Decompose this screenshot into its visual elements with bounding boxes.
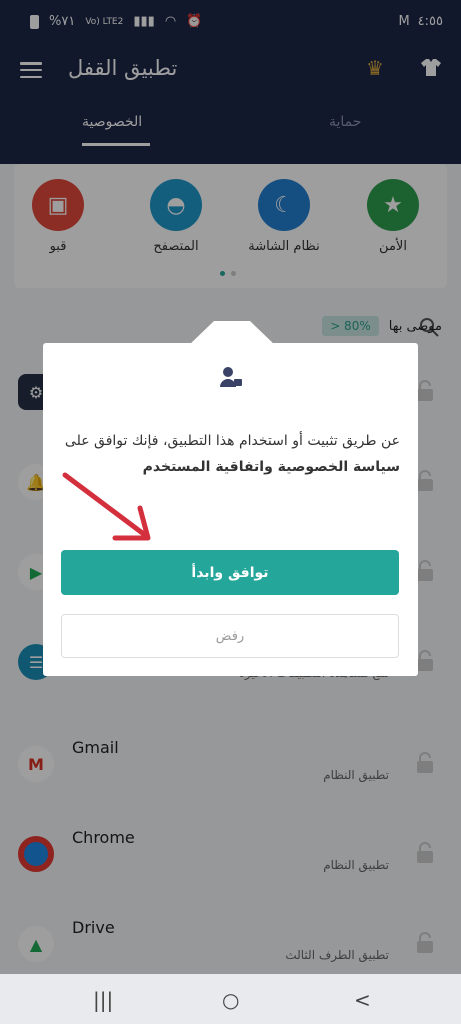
reject-button[interactable]: رفض: [61, 614, 399, 658]
home-button[interactable]: ○: [222, 988, 239, 1012]
back-button[interactable]: <: [354, 988, 371, 1012]
system-nav-bar: ||| ○ <: [0, 974, 461, 1024]
red-arrow-annotation: [62, 472, 151, 541]
recent-apps-button[interactable]: |||: [93, 988, 113, 1012]
user-lock-icon: [220, 367, 242, 387]
agree-start-button[interactable]: توافق وابدأ: [61, 550, 399, 595]
consent-text-before: عن طريق تثبيت أو استخدام هذا التطبيق، فإ…: [64, 433, 400, 449]
privacy-policy-link[interactable]: سياسة الخصوصية واتفاقية المستخدم: [143, 459, 400, 475]
